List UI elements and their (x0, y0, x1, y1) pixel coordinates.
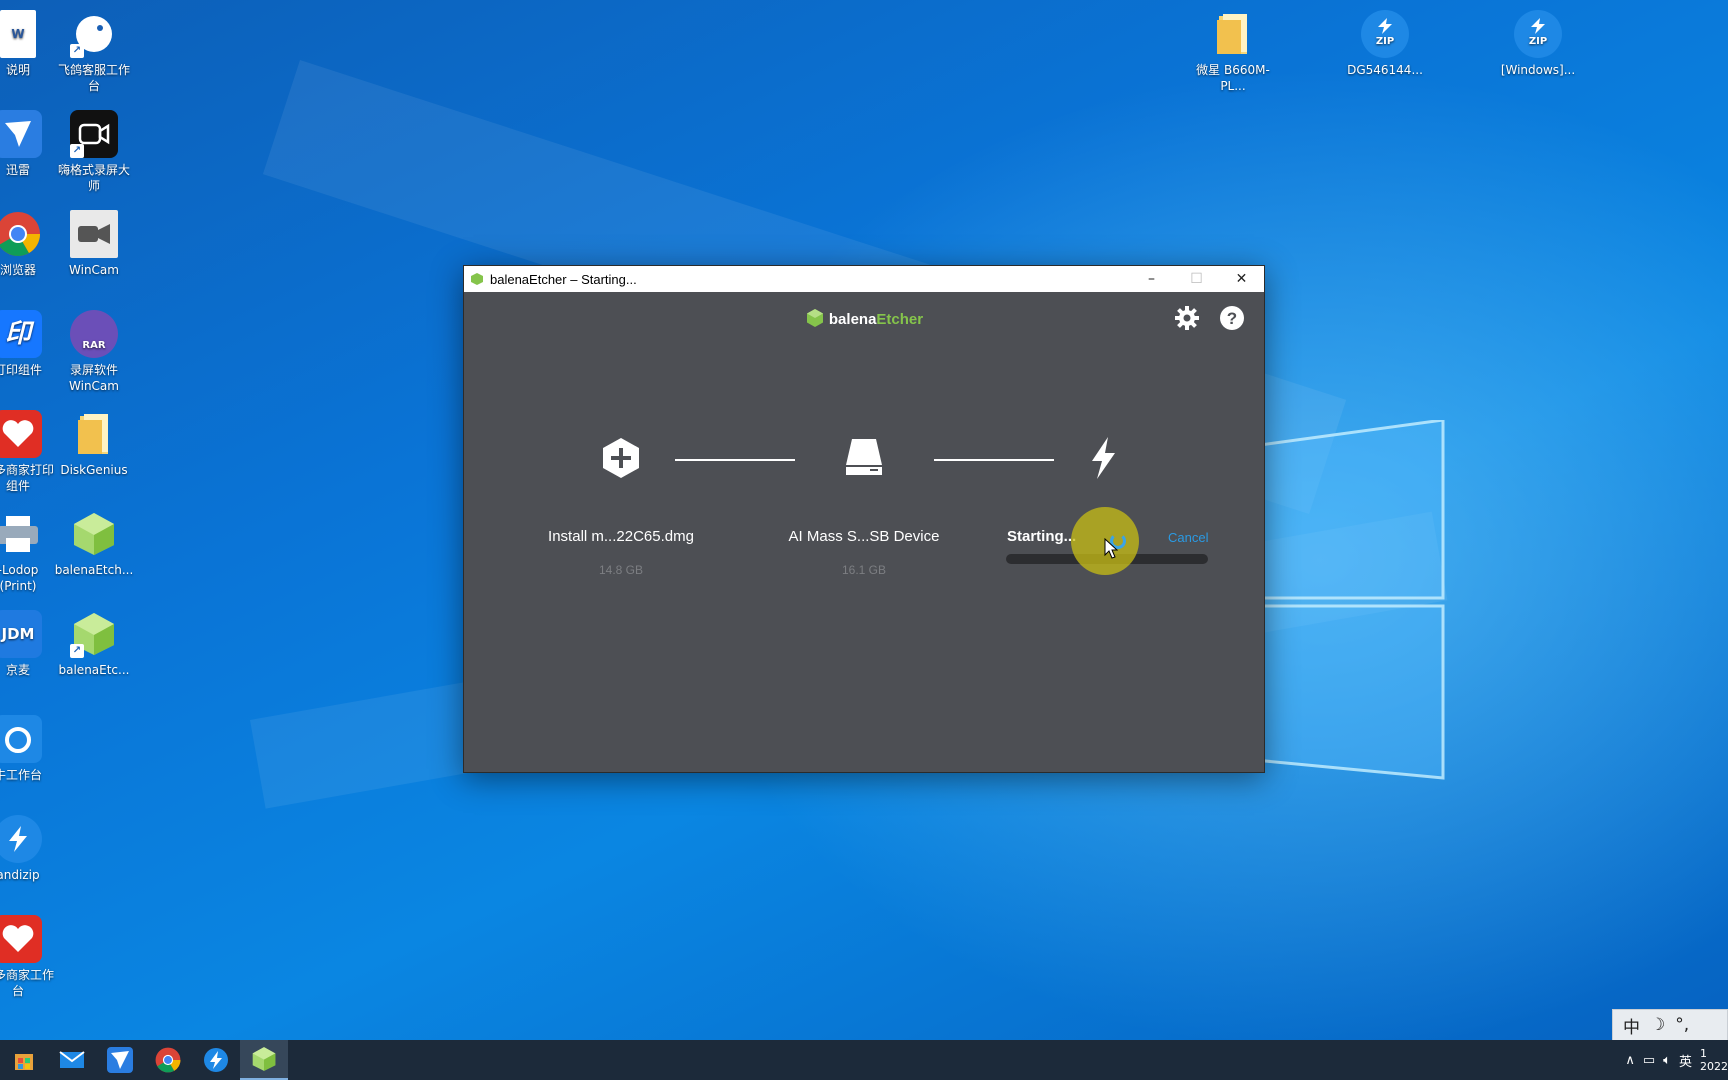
chrome-icon (0, 210, 42, 258)
target-drive-size: 16.1 GB (841, 563, 887, 577)
niu-icon (0, 715, 42, 763)
bird-icon: ↗ (70, 10, 118, 58)
question-icon: ? (1220, 306, 1244, 330)
pdd-heart-icon (0, 410, 42, 458)
camera-icon (70, 210, 118, 258)
printer-icon (0, 510, 42, 558)
svg-text:?: ? (1227, 309, 1237, 328)
pdd-heart-icon (0, 915, 42, 963)
thunder-icon[interactable] (96, 1040, 144, 1080)
desktop-icon-lodop[interactable]: -Lodop (Print) (0, 510, 58, 594)
desktop-icon-balena-1[interactable]: balenaEtch... (54, 510, 134, 578)
balena-cube-icon (70, 510, 118, 558)
video-camera-icon: ↗ (70, 110, 118, 158)
balena-logo-icon (806, 309, 823, 327)
rar-icon: RAR (70, 310, 118, 358)
mouse-cursor-icon (1104, 538, 1118, 559)
store-icon[interactable] (0, 1040, 48, 1080)
shortcut-arrow-icon: ↗ (70, 144, 84, 158)
ime-toolbar[interactable]: 中 ☽ °, (1612, 1009, 1728, 1041)
cancel-button[interactable]: Cancel (1168, 530, 1208, 545)
volume-icon[interactable]: 🔈︎ (1663, 1053, 1671, 1068)
zip-archive-icon: ZIP (1361, 10, 1409, 58)
step-flash-icon (1081, 436, 1125, 480)
punctuation-icon[interactable]: °, (1675, 1015, 1689, 1035)
desktop-icon-pdd-workbench[interactable]: 多多商家工作台 (0, 915, 58, 999)
desktop-icon-wincam[interactable]: WinCam (54, 210, 134, 278)
step-image-icon[interactable] (599, 436, 643, 480)
step-connector (675, 459, 795, 461)
balena-cube-icon (471, 273, 483, 285)
system-tray: ∧ ▭ 🔈︎ 英 1 2022 (1625, 1040, 1728, 1080)
brand-accent: Etcher (876, 311, 924, 328)
flash-status-text: Starting... (1007, 528, 1077, 545)
brand-prefix: balena (828, 311, 877, 328)
word-doc-icon: W (0, 10, 36, 58)
clock-date: 2022 (1700, 1060, 1728, 1073)
chrome-icon[interactable] (144, 1040, 192, 1080)
step-drive-icon[interactable] (842, 436, 886, 480)
desktop-icon-niu-workbench[interactable]: 牛工作台 (0, 715, 58, 783)
shortcut-arrow-icon: ↗ (70, 44, 84, 58)
ime-mode-chinese[interactable]: 中 (1623, 1013, 1640, 1038)
jdm-icon: JDM (0, 610, 42, 658)
desktop-icon-screen-recorder[interactable]: ↗ 嗨格式录屏大师 (54, 110, 134, 194)
bandizip-icon[interactable] (192, 1040, 240, 1080)
desktop-icon-thunder[interactable]: 迅雷 (0, 110, 58, 178)
app-brand: balenaEtcher (464, 308, 1264, 328)
etcher-window: balenaEtcher – Starting... – ☐ ✕ balenaE… (463, 265, 1265, 773)
desktop-icon-jingmai[interactable]: JDM 京麦 (0, 610, 58, 678)
drive-icon (846, 439, 882, 475)
clock[interactable]: 1 2022 (1700, 1047, 1728, 1073)
balena-etcher-icon[interactable] (240, 1040, 288, 1080)
desktop-icon-word[interactable]: W 说明 (0, 10, 58, 78)
clock-time: 1 (1700, 1047, 1707, 1060)
desktop-icon-msi-folder[interactable]: 微星 B660M-PL... (1193, 10, 1273, 94)
window-titlebar[interactable]: balenaEtcher – Starting... – ☐ ✕ (464, 266, 1264, 292)
desktop-icon-feige[interactable]: ↗ 飞鸽客服工作台 (54, 10, 134, 94)
desktop-icon-zip-windows[interactable]: ZIP [Windows]... (1498, 10, 1578, 78)
folder-icon (1209, 10, 1257, 58)
zip-archive-icon: ZIP (1514, 10, 1562, 58)
desktop-icon-print-component[interactable]: 印 打印组件 (0, 310, 58, 378)
desktop-icon-pdd-print[interactable]: 多多商家打印组件 (0, 410, 58, 494)
desktop-icon-rar-wincam[interactable]: RAR 录屏软件 WinCam (54, 310, 134, 394)
minimize-button[interactable]: – (1129, 266, 1174, 292)
plus-hexagon-icon (603, 438, 639, 478)
print-app-icon: 印 (0, 310, 42, 358)
shortcut-arrow-icon: ↗ (70, 644, 84, 658)
desktop-icon-zip-dg[interactable]: ZIP DG546144... (1345, 10, 1425, 78)
desktop-icon-bandizip[interactable]: andizip (0, 815, 58, 883)
target-drive-name[interactable]: AI Mass S...SB Device (754, 528, 974, 545)
step-connector (934, 459, 1054, 461)
lightning-icon (1092, 437, 1115, 479)
chevron-up-icon[interactable]: ∧ (1625, 1053, 1635, 1068)
desktop-icon-browser[interactable]: 浏览器 (0, 210, 58, 278)
window-title: balenaEtcher – Starting... (490, 271, 637, 287)
mail-icon[interactable] (48, 1040, 96, 1080)
help-button[interactable]: ? (1218, 304, 1246, 332)
gear-icon (1175, 306, 1199, 330)
settings-button[interactable] (1173, 304, 1201, 332)
source-image-size: 14.8 GB (598, 563, 644, 577)
network-icon[interactable]: ▭ (1643, 1053, 1655, 1068)
desktop-icon-diskgenius[interactable]: DiskGenius (54, 410, 134, 478)
taskbar: ∧ ▭ 🔈︎ 英 1 2022 (0, 1040, 1728, 1080)
balena-cube-icon: ↗ (70, 610, 118, 658)
folder-icon (70, 410, 118, 458)
close-button[interactable]: ✕ (1219, 266, 1264, 292)
thunder-bird-icon (0, 110, 42, 158)
input-language[interactable]: 英 (1679, 1051, 1692, 1070)
maximize-button[interactable]: ☐ (1174, 266, 1219, 292)
source-image-name[interactable]: Install m...22C65.dmg (511, 528, 731, 545)
desktop-icon-balena-2[interactable]: ↗ balenaEtc... (54, 610, 134, 678)
moon-icon[interactable]: ☽ (1650, 1015, 1665, 1035)
bandizip-icon (0, 815, 42, 863)
